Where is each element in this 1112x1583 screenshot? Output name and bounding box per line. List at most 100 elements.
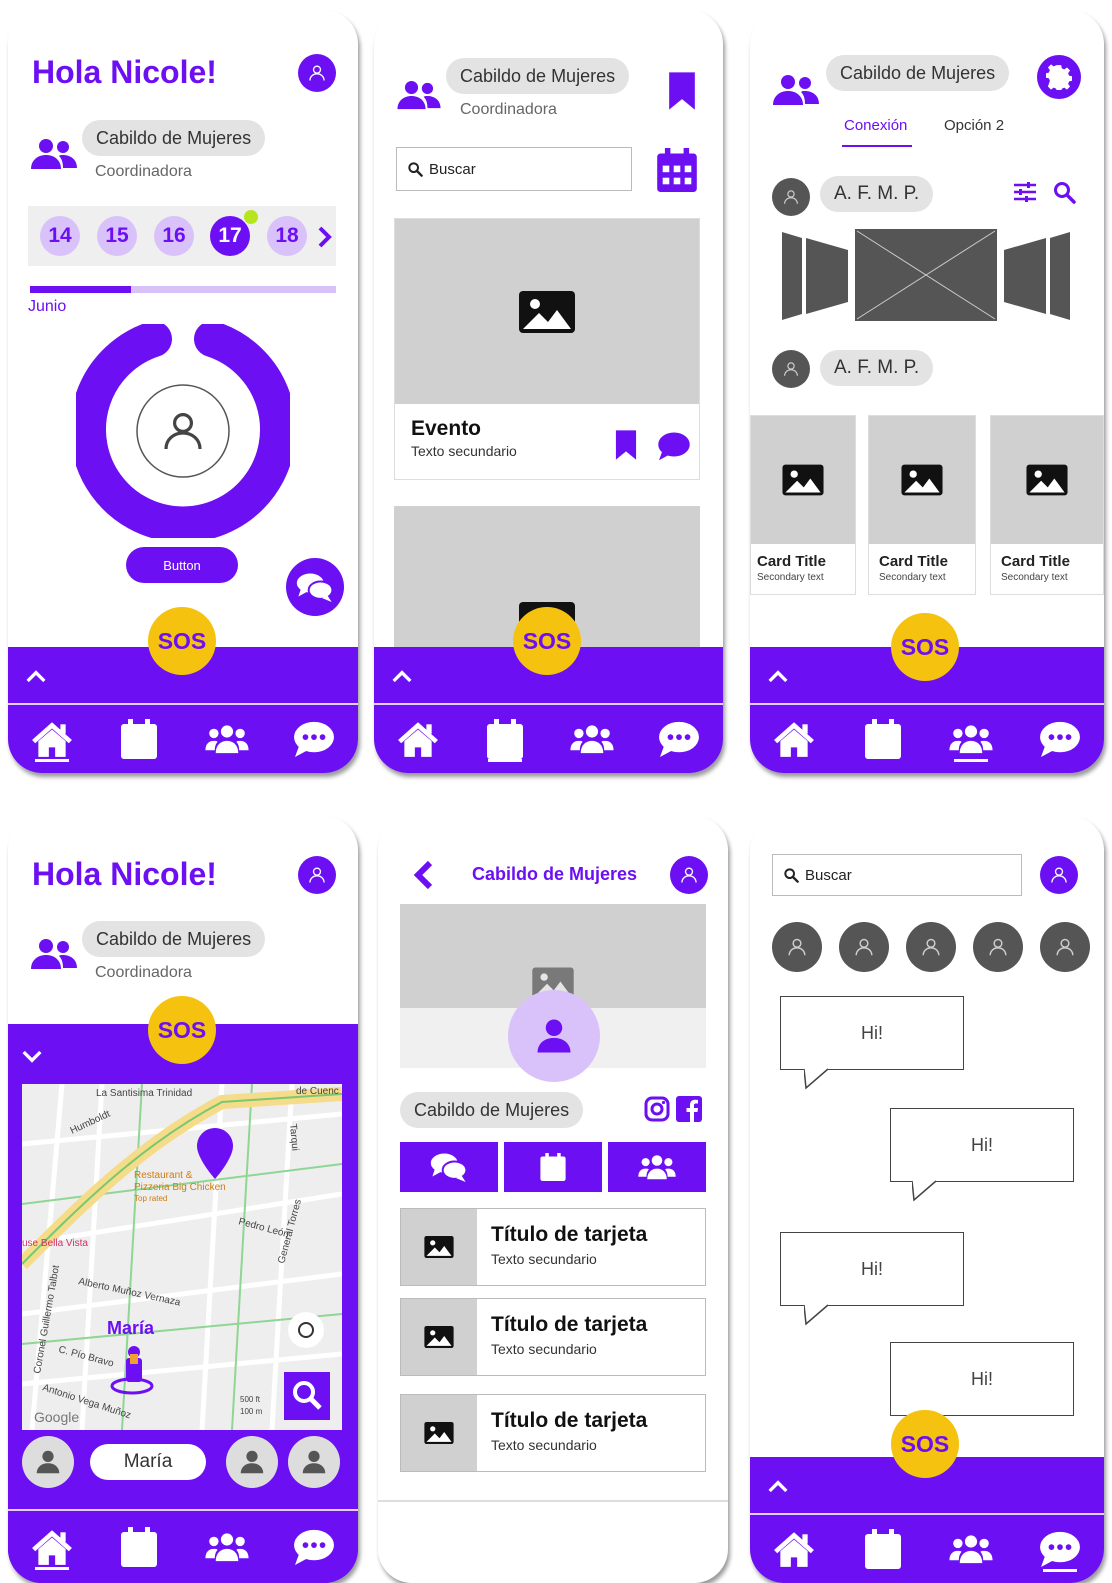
user-name-chip[interactable]: A. F. M. P. xyxy=(820,350,934,386)
profile-avatar-button[interactable] xyxy=(1040,856,1078,894)
primary-button[interactable]: Button xyxy=(126,547,238,583)
org-chip[interactable]: Cabildo de Mujeres xyxy=(82,921,266,957)
contact-name-chip[interactable]: María xyxy=(90,1444,206,1480)
nav-calendar[interactable] xyxy=(480,714,530,764)
user-icon xyxy=(920,936,942,958)
card[interactable]: Card Title Secondary text xyxy=(990,415,1104,595)
nav-home[interactable] xyxy=(769,1524,819,1574)
bookmark-icon[interactable] xyxy=(668,72,696,110)
nav-home[interactable] xyxy=(27,714,77,764)
facebook-icon[interactable] xyxy=(676,1096,702,1122)
tab-conexion[interactable]: Conexión xyxy=(844,117,907,134)
tab-calendar[interactable] xyxy=(504,1142,602,1192)
contact-avatar[interactable] xyxy=(226,1436,278,1488)
group-icon xyxy=(30,938,78,970)
sos-button[interactable]: SOS xyxy=(513,607,581,675)
image-icon xyxy=(423,1325,455,1349)
card-subtitle: Secondary text xyxy=(1001,572,1068,583)
bookmark-icon[interactable] xyxy=(615,429,637,461)
nav-home[interactable] xyxy=(27,1522,77,1572)
profile-avatar-button[interactable] xyxy=(298,54,336,92)
nav-community[interactable] xyxy=(202,1522,252,1572)
list-card[interactable]: Título de tarjeta Texto secundario xyxy=(400,1208,706,1286)
card[interactable]: Card Title Secondary text xyxy=(868,415,976,595)
day-16[interactable]: 16 xyxy=(154,216,194,256)
org-chip[interactable]: Cabildo de Mujeres xyxy=(82,120,266,156)
group-icon xyxy=(30,138,78,170)
chat-fab[interactable] xyxy=(286,558,344,616)
nav-chat[interactable] xyxy=(1035,714,1085,764)
nav-home[interactable] xyxy=(393,714,443,764)
role-label: Coordinadora xyxy=(95,163,192,180)
screen-community: Cabildo de Mujeres Conexión Opción 2 A. … xyxy=(750,10,1104,773)
nav-chat[interactable] xyxy=(1035,1524,1085,1574)
list-card[interactable]: Título de tarjeta Texto secundario xyxy=(400,1298,706,1376)
day-18[interactable]: 18 xyxy=(267,216,307,256)
org-chip[interactable]: Cabildo de Mujeres xyxy=(400,1092,584,1128)
chevron-up-icon[interactable] xyxy=(768,1479,788,1493)
nav-calendar[interactable] xyxy=(114,1522,164,1572)
contact-avatar[interactable] xyxy=(772,922,822,972)
day-15[interactable]: 15 xyxy=(97,216,137,256)
contact-avatar[interactable] xyxy=(1040,922,1090,972)
nav-community[interactable] xyxy=(202,714,252,764)
bottom-nav xyxy=(8,1497,358,1583)
sos-button[interactable]: SOS xyxy=(148,996,216,1064)
map-view[interactable]: La Santisima Trinidad de Cuenc Humboldt … xyxy=(22,1084,342,1430)
tab-opcion-2[interactable]: Opción 2 xyxy=(944,117,1004,134)
nav-community[interactable] xyxy=(946,1524,996,1574)
back-chevron-icon[interactable] xyxy=(412,860,434,890)
tab-chats[interactable] xyxy=(400,1142,498,1192)
nav-chat[interactable] xyxy=(654,714,704,764)
day-17-selected[interactable]: 17 xyxy=(210,216,250,256)
list-card[interactable]: Título de tarjeta Texto secundario xyxy=(400,1394,706,1472)
chevron-up-icon[interactable] xyxy=(26,669,46,683)
home-icon xyxy=(31,720,73,758)
search-input[interactable]: Buscar xyxy=(772,854,1022,896)
org-chip[interactable]: Cabildo de Mujeres xyxy=(446,58,630,94)
user-avatar[interactable] xyxy=(772,178,810,216)
nav-community[interactable] xyxy=(946,714,996,764)
contact-avatar[interactable] xyxy=(839,922,889,972)
user-name-chip[interactable]: A. F. M. P. xyxy=(820,176,934,212)
user-avatar[interactable] xyxy=(772,350,810,388)
sos-button[interactable]: SOS xyxy=(891,613,959,681)
message-received: Hi! xyxy=(780,996,964,1070)
chevron-right-icon[interactable] xyxy=(317,226,333,248)
comment-button[interactable] xyxy=(657,431,691,466)
contact-avatar[interactable] xyxy=(22,1436,74,1488)
profile-avatar-button[interactable] xyxy=(298,856,336,894)
search-icon[interactable] xyxy=(1052,180,1076,204)
user-icon xyxy=(33,1447,63,1477)
filter-sliders-icon[interactable] xyxy=(1012,180,1038,204)
settings-button[interactable] xyxy=(1037,55,1081,99)
users-icon xyxy=(948,1534,994,1564)
calendar-icon[interactable] xyxy=(656,148,698,192)
day-14[interactable]: 14 xyxy=(40,216,80,256)
contact-avatar[interactable] xyxy=(973,922,1023,972)
profile-avatar-button[interactable] xyxy=(670,856,708,894)
card[interactable]: Card Title Secondary text xyxy=(750,415,856,595)
chevron-down-icon[interactable] xyxy=(22,1050,42,1064)
instagram-icon[interactable] xyxy=(644,1096,670,1122)
nav-chat[interactable] xyxy=(289,1522,339,1572)
nav-chat[interactable] xyxy=(289,714,339,764)
chevron-up-icon[interactable] xyxy=(768,669,788,683)
nav-community[interactable] xyxy=(567,714,617,764)
media-carousel[interactable] xyxy=(780,224,1072,326)
contact-avatar[interactable] xyxy=(288,1436,340,1488)
event-card[interactable]: Evento Texto secundario xyxy=(394,218,700,480)
sos-button[interactable]: SOS xyxy=(891,1410,959,1478)
image-icon xyxy=(781,463,825,497)
sos-button[interactable]: SOS xyxy=(148,607,216,675)
chevron-up-icon[interactable] xyxy=(392,669,412,683)
nav-calendar[interactable] xyxy=(114,714,164,764)
nav-calendar[interactable] xyxy=(858,714,908,764)
org-chip[interactable]: Cabildo de Mujeres xyxy=(826,55,1010,91)
nav-home[interactable] xyxy=(769,714,819,764)
contact-avatar[interactable] xyxy=(906,922,956,972)
search-input[interactable]: Buscar xyxy=(396,147,632,191)
person-label: María xyxy=(107,1318,155,1338)
tab-members[interactable] xyxy=(608,1142,706,1192)
nav-calendar[interactable] xyxy=(858,1524,908,1574)
